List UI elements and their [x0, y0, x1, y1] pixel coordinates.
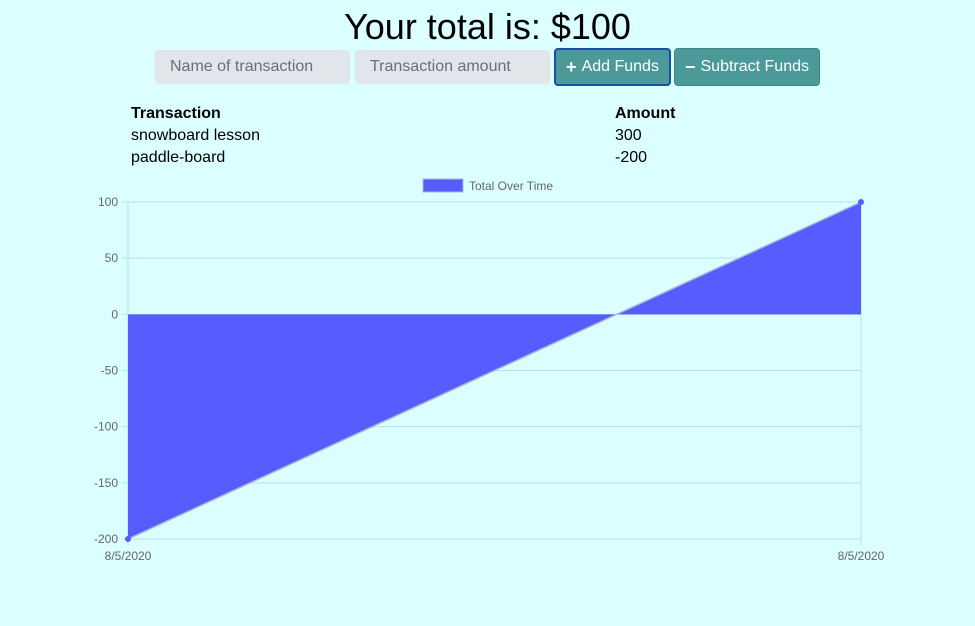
- x-tick-label: 8/5/2020: [838, 549, 885, 563]
- x-tick-label: 8/5/2020: [105, 549, 152, 563]
- table-row: snowboard lesson 300: [131, 126, 691, 148]
- subtract-funds-label: Subtract Funds: [700, 58, 810, 75]
- plus-icon: +: [566, 57, 577, 77]
- y-tick-label: -100: [94, 420, 118, 434]
- transaction-amount-input[interactable]: [355, 50, 550, 84]
- minus-icon: −: [684, 57, 696, 77]
- y-tick-label: 50: [105, 251, 119, 265]
- legend-label: Total Over Time: [469, 179, 553, 193]
- transaction-name-cell: paddle-board: [131, 149, 226, 166]
- add-funds-button[interactable]: + Add Funds: [554, 48, 671, 86]
- table-row: paddle-board -200: [131, 148, 691, 170]
- transaction-amount-cell: -200: [615, 149, 648, 166]
- y-tick-label: -200: [94, 532, 118, 546]
- y-tick-label: -50: [101, 364, 119, 378]
- data-point: [125, 536, 131, 542]
- transactions-table: Transaction Amount snowboard lesson 300 …: [131, 104, 691, 170]
- y-tick-label: 100: [98, 195, 118, 209]
- data-point: [858, 199, 864, 205]
- header-amount: Amount: [615, 105, 676, 122]
- y-tick-label: 0: [111, 307, 118, 321]
- subtract-funds-button[interactable]: − Subtract Funds: [674, 48, 820, 86]
- budget-page: Your total is: $100 + Add Funds − Subtra…: [0, 0, 975, 626]
- legend-swatch: [422, 178, 464, 193]
- add-funds-label: Add Funds: [581, 58, 659, 75]
- total-heading: Your total is: $100: [344, 6, 631, 47]
- transaction-name-cell: snowboard lesson: [131, 127, 260, 144]
- total-over-time-chart: 100 50 0 -50 -100 -150 -200 8/5/2020 8/5/2020 Tot…: [94, 178, 885, 563]
- transaction-name-input[interactable]: [155, 50, 350, 84]
- transaction-amount-cell: 300: [615, 127, 642, 144]
- header-transaction: Transaction: [131, 105, 221, 122]
- table-header-row: Transaction Amount: [131, 104, 691, 126]
- y-tick-label: -150: [94, 476, 118, 490]
